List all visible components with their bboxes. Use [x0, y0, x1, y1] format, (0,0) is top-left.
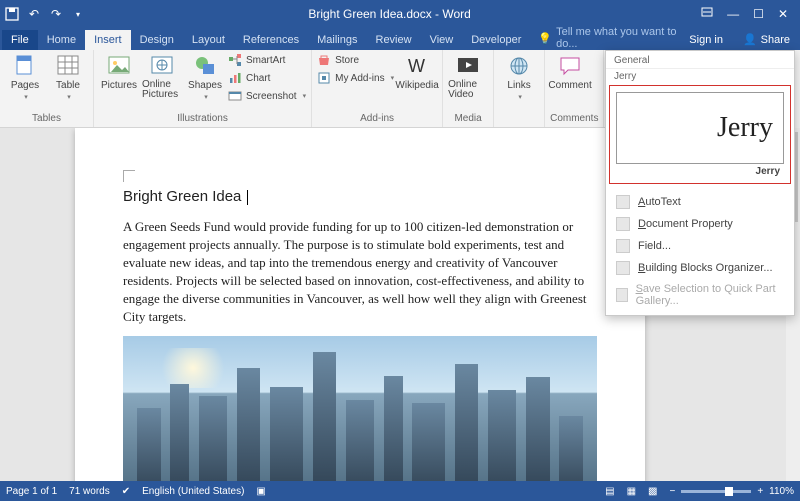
online-video-button[interactable]: Online Video — [448, 52, 488, 100]
document-body[interactable]: A Green Seeds Fund would provide funding… — [123, 218, 597, 326]
signature-handwriting: Jerry — [717, 112, 773, 144]
myaddins-button[interactable]: My Add-ins — [317, 70, 394, 86]
save-icon[interactable] — [4, 6, 20, 22]
menu-bb-organizer[interactable]: Building Blocks Organizer... — [606, 257, 794, 279]
text-caret — [247, 190, 248, 205]
links-button[interactable]: Links — [499, 52, 539, 101]
chart-icon — [228, 71, 242, 85]
menu-field[interactable]: Field... — [606, 235, 794, 257]
close-icon[interactable]: ✕ — [778, 7, 788, 21]
zoom-controls: − + 110% — [669, 486, 794, 497]
tab-view[interactable]: View — [421, 30, 463, 50]
tab-developer[interactable]: Developer — [462, 30, 530, 50]
screenshot-button[interactable]: Screenshot — [228, 88, 306, 104]
shapes-button[interactable]: Shapes — [185, 52, 225, 101]
share-button[interactable]: 👤 Share — [733, 29, 800, 50]
status-page[interactable]: Page 1 of 1 — [6, 486, 57, 497]
tab-design[interactable]: Design — [131, 30, 183, 50]
status-bar: Page 1 of 1 71 words ✔︎ English (United … — [0, 481, 800, 501]
group-pages-tables: Pages Table Tables — [0, 50, 94, 127]
chart-button[interactable]: Chart — [228, 70, 306, 86]
group-comments: Comment Comments — [545, 50, 604, 127]
popup-gallery-highlight[interactable]: Jerry Jerry — [609, 85, 791, 184]
group-links: Links — [494, 50, 545, 127]
field-icon — [616, 239, 630, 253]
group-label-addins: Add-ins — [317, 111, 437, 127]
store-icon — [317, 53, 331, 67]
tab-references[interactable]: References — [234, 30, 308, 50]
screenshot-icon — [228, 89, 242, 103]
wikipedia-button[interactable]: W Wikipedia — [397, 52, 437, 91]
popup-menu: AutoText Document Property Field... Buil… — [606, 187, 794, 315]
quick-access-toolbar: ↶ ↷ ▾ — [4, 6, 86, 22]
view-web-layout-icon[interactable]: ▩ — [648, 486, 657, 497]
document-page[interactable]: Bright Green Idea A Green Seeds Fund wou… — [75, 128, 645, 481]
smartart-button[interactable]: SmartArt — [228, 52, 306, 68]
minimize-icon[interactable]: — — [727, 7, 739, 21]
smartart-icon — [228, 53, 242, 67]
group-label-tables: Tables — [5, 111, 88, 127]
window-controls: — ☐ ✕ — [693, 7, 796, 21]
menu-save-gallery: Save Selection to Quick Part Gallery... — [606, 279, 794, 311]
status-language[interactable]: English (United States) — [142, 486, 244, 497]
tab-file[interactable]: File — [2, 30, 38, 50]
svg-text:W: W — [408, 56, 425, 76]
tab-insert[interactable]: Insert — [85, 30, 131, 50]
quick-parts-popup: General Jerry Jerry Jerry AutoText Docum… — [605, 50, 795, 316]
zoom-level[interactable]: 110% — [769, 486, 794, 497]
sign-in-link[interactable]: Sign in — [679, 30, 733, 50]
inserted-image-skyline[interactable] — [123, 336, 597, 481]
group-media: Online Video Media — [443, 50, 494, 127]
lightbulb-icon: 💡 — [538, 32, 552, 45]
tab-mailings[interactable]: Mailings — [308, 30, 366, 50]
undo-icon[interactable]: ↶ — [26, 6, 42, 22]
status-proofing-icon[interactable]: ✔︎ — [122, 486, 130, 497]
view-read-mode-icon[interactable]: ▤ — [605, 486, 614, 497]
online-pictures-button[interactable]: Online Pictures — [142, 52, 182, 100]
zoom-in-button[interactable]: + — [757, 486, 763, 497]
group-label-illustrations: Illustrations — [99, 111, 306, 127]
tab-review[interactable]: Review — [367, 30, 421, 50]
tab-home[interactable]: Home — [38, 30, 85, 50]
window-title: Bright Green Idea.docx - Word — [86, 7, 693, 21]
bborg-icon — [616, 261, 630, 275]
autotext-icon — [616, 195, 630, 209]
pictures-button[interactable]: Pictures — [99, 52, 139, 91]
ribbon-options-icon[interactable] — [701, 7, 713, 21]
maximize-icon[interactable]: ☐ — [753, 7, 764, 21]
menu-doc-property[interactable]: Document Property — [606, 213, 794, 235]
tell-me-search[interactable]: 💡 Tell me what you want to do... — [530, 26, 679, 50]
store-button[interactable]: Store — [317, 52, 394, 68]
document-title[interactable]: Bright Green Idea — [123, 188, 597, 206]
tab-layout[interactable]: Layout — [183, 30, 234, 50]
pages-button[interactable]: Pages — [5, 52, 45, 101]
share-icon: 👤 — [743, 33, 757, 46]
zoom-slider-thumb[interactable] — [725, 487, 733, 496]
view-print-layout-icon[interactable]: ▦ — [627, 486, 636, 497]
group-addins: Store My Add-ins W Wikipedia Add-ins — [312, 50, 443, 127]
zoom-slider[interactable] — [681, 490, 751, 493]
comment-button[interactable]: Comment — [550, 52, 590, 91]
status-macro-icon[interactable]: ▣ — [256, 486, 265, 497]
menu-autotext[interactable]: AutoText — [606, 191, 794, 213]
title-bar: ↶ ↷ ▾ Bright Green Idea.docx - Word — ☐ … — [0, 0, 800, 28]
docprop-icon — [616, 217, 630, 231]
addins-icon — [317, 71, 331, 85]
qat-more-icon[interactable]: ▾ — [70, 6, 86, 22]
signature-caption: Jerry — [616, 164, 784, 177]
group-label-media: Media — [448, 111, 488, 127]
popup-category-label: Jerry — [606, 69, 794, 82]
group-illustrations: Pictures Online Pictures Shapes SmartArt… — [94, 50, 312, 127]
savegal-icon — [616, 288, 628, 302]
signature-preview-box: Jerry — [616, 92, 784, 164]
group-label-links — [499, 111, 539, 127]
status-words[interactable]: 71 words — [69, 486, 110, 497]
table-button[interactable]: Table — [48, 52, 88, 101]
margin-indicator — [123, 170, 135, 182]
redo-icon[interactable]: ↷ — [48, 6, 64, 22]
menu-tabs: File Home Insert Design Layout Reference… — [0, 28, 800, 50]
popup-section-general: General — [606, 51, 794, 69]
group-label-comments: Comments — [550, 111, 598, 127]
zoom-out-button[interactable]: − — [669, 486, 675, 497]
